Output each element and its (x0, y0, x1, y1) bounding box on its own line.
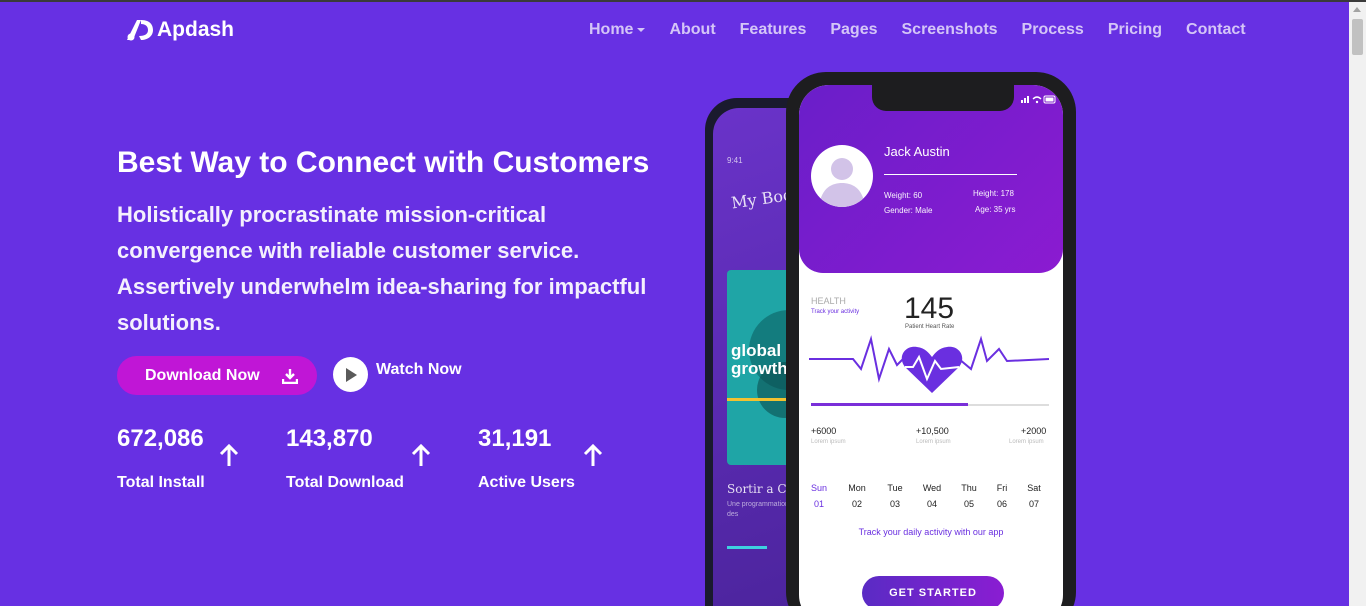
day-wed[interactable]: Wed 04 (920, 483, 944, 509)
profile-card: Jack Austin Weight: 60 Gender: Male Heig… (799, 85, 1063, 273)
profile-name: Jack Austin (884, 144, 950, 159)
brand-name: Apdash (157, 18, 235, 41)
health-label: HEALTH (811, 296, 846, 306)
day-tue[interactable]: Tue 03 (883, 483, 907, 509)
track-activity-label: Track your activity (811, 309, 860, 315)
day-name: Wed (922, 483, 942, 493)
window-top-border (0, 0, 1366, 2)
nav-features[interactable]: Features (740, 21, 807, 39)
stat-label: Total Install (117, 474, 205, 491)
phone-time: 9:41 (727, 156, 743, 165)
heart-rate-value: 145 (904, 292, 955, 325)
main-nav: Home About Features Pages Screenshots Pr… (589, 21, 1246, 39)
track-daily-text: Track your daily activity with our app (858, 527, 1004, 537)
metric-value: +6000 (811, 426, 837, 436)
activity-progress-track (811, 403, 1049, 406)
day-num: 02 (851, 499, 862, 509)
day-mon[interactable]: Mon 02 (845, 483, 869, 509)
front-phone-mockup: Jack Austin Weight: 60 Gender: Male Heig… (786, 72, 1076, 606)
watch-video-button[interactable]: Watch Now (333, 357, 462, 392)
page-scrollbar[interactable] (1349, 2, 1366, 606)
stat-value: 31,191 (478, 425, 552, 452)
play-icon (333, 357, 368, 392)
profile-gender: Gender: Male (884, 206, 933, 215)
stat-value: 143,870 (286, 425, 373, 452)
nav-home[interactable]: Home (589, 21, 646, 39)
activity-progress-fill (811, 403, 969, 406)
metric-value: +2000 (1021, 426, 1047, 436)
nav-contact[interactable]: Contact (1186, 21, 1246, 39)
day-name: Tue (887, 483, 903, 493)
stat-value: 672,086 (117, 425, 204, 452)
status-icons (1021, 95, 1056, 104)
nav-pages[interactable]: Pages (830, 21, 877, 39)
day-name: Fri (996, 483, 1008, 493)
avatar (811, 145, 873, 207)
front-phone-screen: Jack Austin Weight: 60 Gender: Male Heig… (799, 85, 1063, 606)
nav-about[interactable]: About (669, 21, 715, 39)
stat-active-users: 31,191 Active Users (478, 425, 603, 492)
nav-pricing[interactable]: Pricing (1108, 21, 1162, 39)
download-icon (281, 368, 298, 384)
heart-ecg-icon (809, 335, 1049, 393)
scrollbar-thumb[interactable] (1352, 19, 1363, 55)
download-button-label: Download Now (145, 366, 260, 384)
stat-total-install: 672,086 Total Install (117, 425, 239, 492)
hero-description: Holistically procrastinate mission-criti… (117, 202, 647, 335)
arrow-up-icon (219, 443, 239, 466)
chevron-down-icon (637, 28, 646, 32)
day-num: 06 (996, 499, 1007, 509)
metric-sub: Lorem ipsum (916, 439, 951, 445)
day-sat[interactable]: Sat 07 (1022, 483, 1046, 509)
watch-video-label: Watch Now (376, 361, 462, 378)
stat-label: Total Download (286, 474, 404, 491)
arrow-up-icon (583, 443, 603, 466)
metric-sub: Lorem ipsum (811, 439, 846, 445)
arrow-up-icon (411, 443, 431, 466)
day-num: 01 (813, 499, 824, 509)
profile-age: Age: 35 yrs (975, 205, 1016, 214)
nav-home-label: Home (589, 21, 634, 38)
metric-sub: Lorem ipsum (1009, 439, 1044, 445)
day-name: Mon (848, 483, 866, 493)
download-button[interactable]: Download Now (117, 356, 317, 395)
stat-label: Active Users (478, 474, 575, 491)
day-name: Sat (1027, 483, 1041, 493)
apdash-logo-icon (127, 20, 153, 41)
stat-total-download: 143,870 Total Download (286, 425, 431, 492)
profile-weight: Weight: 60 (884, 191, 923, 200)
day-name: Sun (810, 483, 827, 493)
metric-value: +10,500 (916, 426, 949, 436)
scroll-up-icon[interactable] (1353, 7, 1361, 12)
profile-height: Height: 178 (973, 189, 1014, 198)
day-sun[interactable]: Sun 01 (807, 483, 831, 509)
hero-title: Best Way to Connect with Customers (117, 146, 650, 179)
day-name: Thu (961, 483, 977, 493)
book-progress-bar (727, 546, 767, 549)
day-thu[interactable]: Thu 05 (957, 483, 981, 509)
day-num: 05 (963, 499, 974, 509)
get-started-button[interactable]: GET STARTED (862, 576, 1004, 606)
day-fri[interactable]: Fri 06 (990, 483, 1014, 509)
brand-logo[interactable]: Apdash (125, 18, 234, 42)
day-num: 07 (1028, 499, 1039, 509)
phone-notch (872, 85, 1014, 111)
nav-screenshots[interactable]: Screenshots (902, 21, 998, 39)
day-num: 03 (889, 499, 900, 509)
profile-divider (884, 174, 1017, 175)
heart-rate-label: Patient Heart Rate (905, 324, 955, 330)
nav-process[interactable]: Process (1022, 21, 1084, 39)
day-num: 04 (926, 499, 937, 509)
